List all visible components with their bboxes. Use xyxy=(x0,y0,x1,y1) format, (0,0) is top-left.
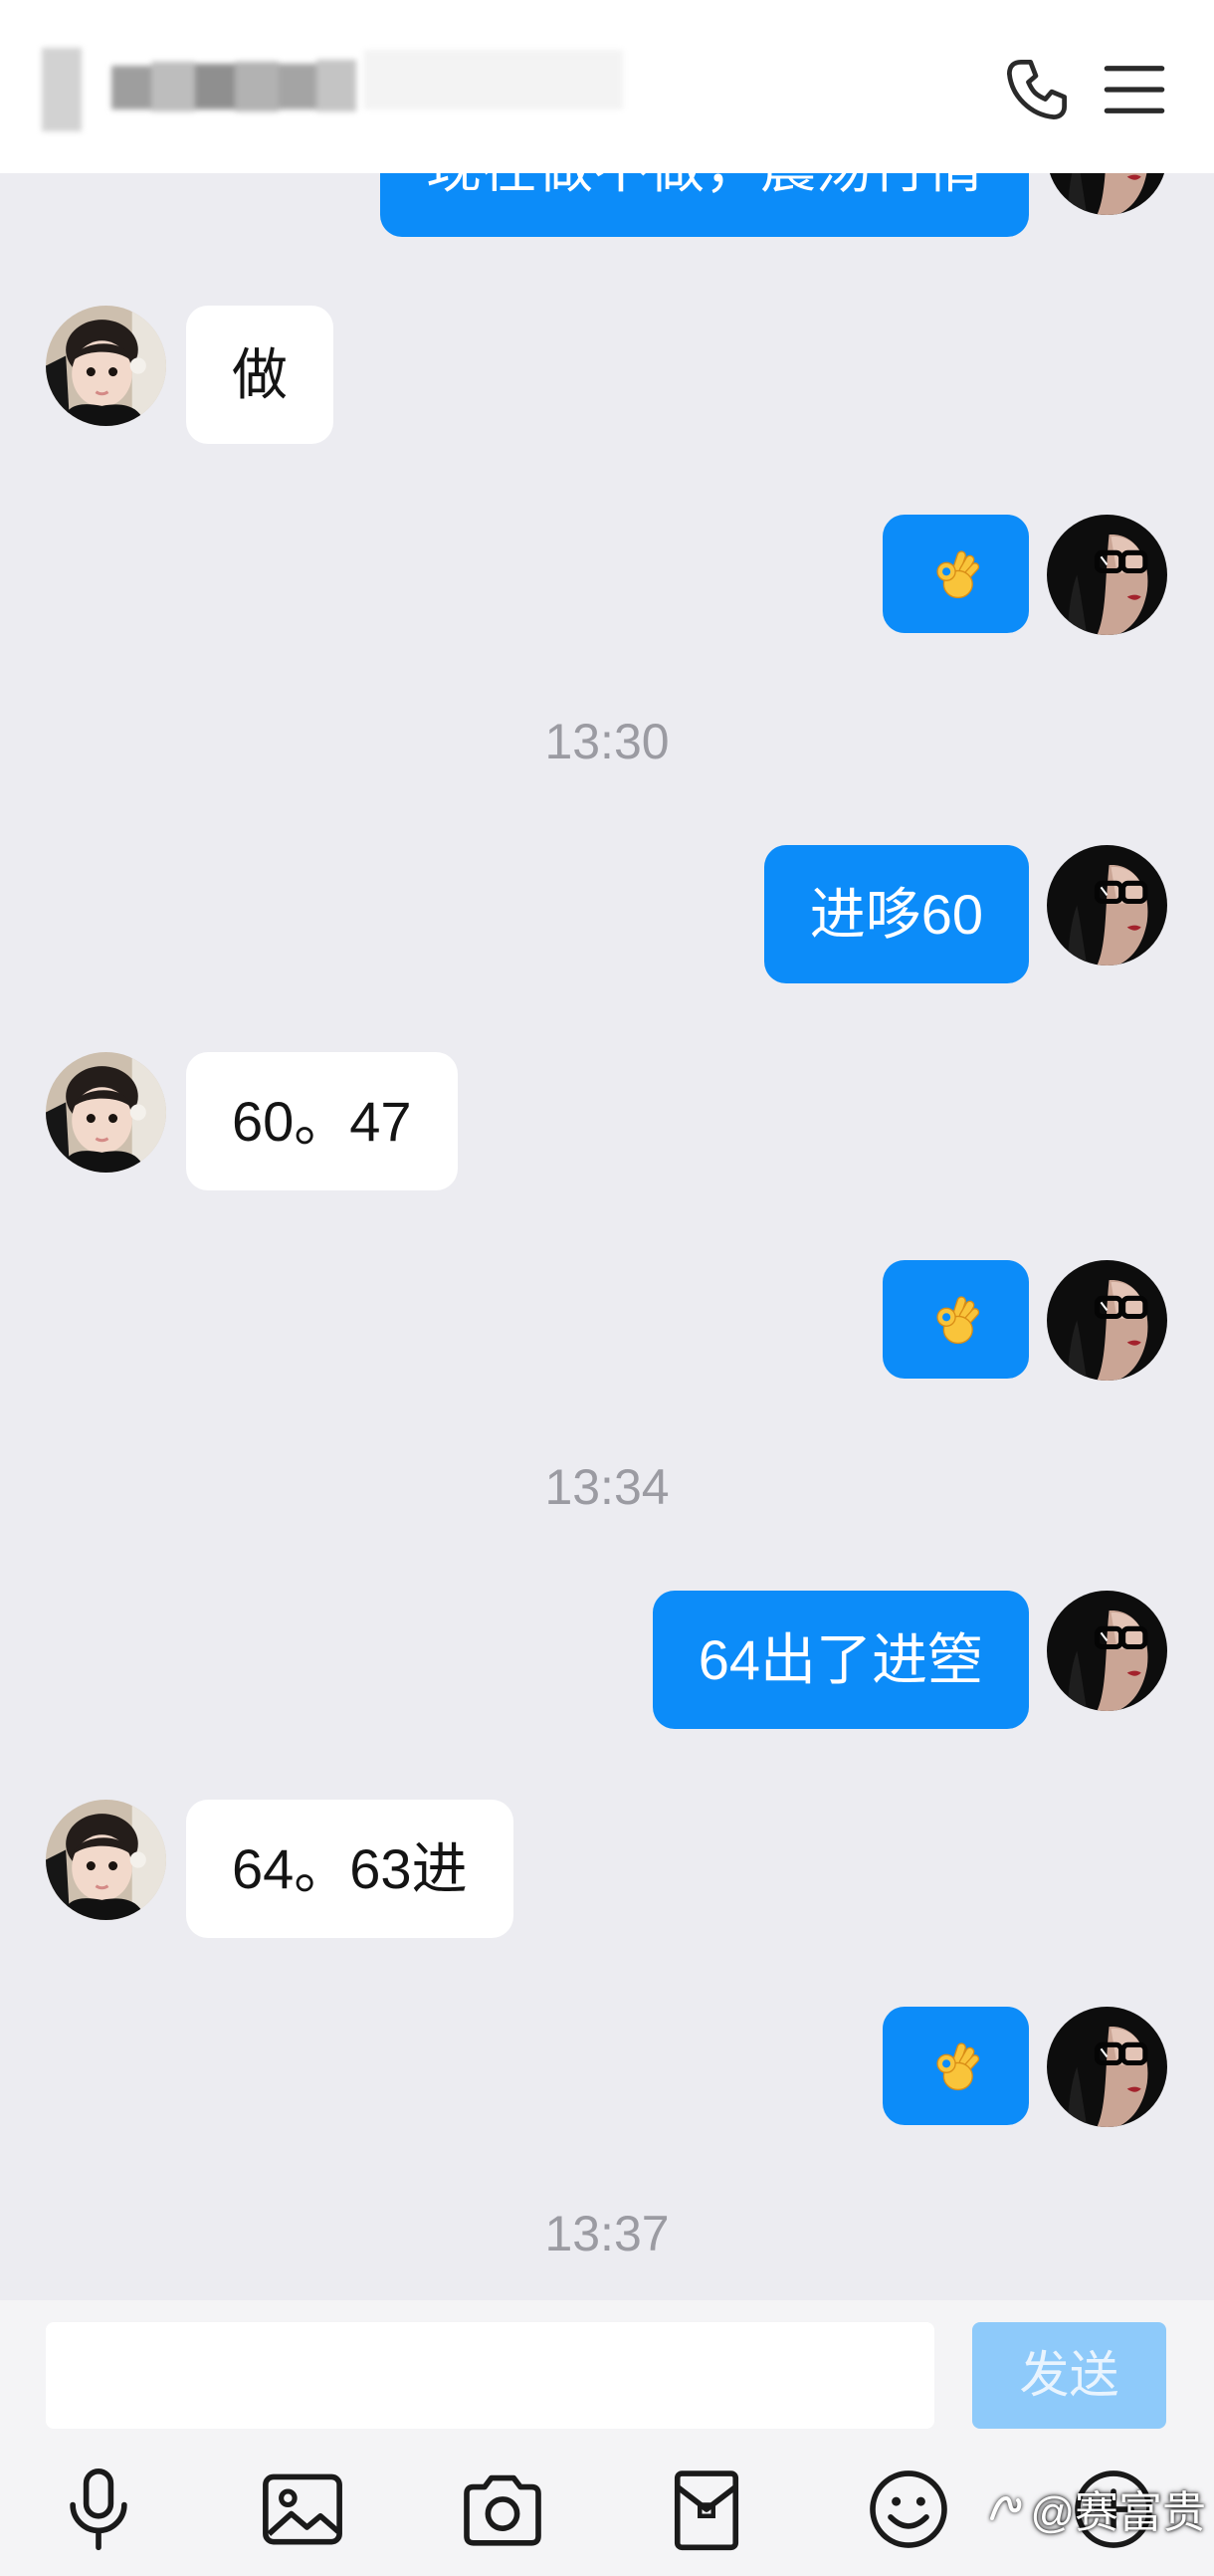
message-bubble-incoming[interactable]: 60。47 xyxy=(186,1052,458,1190)
menu-icon[interactable] xyxy=(1101,56,1168,123)
microphone-icon[interactable] xyxy=(54,2465,143,2554)
contact-avatar[interactable] xyxy=(46,1800,166,1920)
ok-hand-emoji-icon xyxy=(935,2041,979,2090)
send-button[interactable]: 发送 xyxy=(972,2322,1166,2429)
my-avatar[interactable] xyxy=(1047,2007,1167,2127)
message-input[interactable] xyxy=(46,2322,934,2429)
watermark: @赛富贵 xyxy=(986,2476,1206,2540)
image-icon[interactable] xyxy=(258,2465,347,2554)
message-bubble-outgoing-emoji[interactable] xyxy=(883,1260,1029,1379)
camera-icon[interactable] xyxy=(458,2465,547,2554)
watermark-text: @赛富贵 xyxy=(1030,2488,1206,2537)
phone-icon[interactable] xyxy=(1003,56,1071,123)
ok-hand-emoji-icon xyxy=(935,1295,979,1344)
blurred-contact-name xyxy=(36,40,633,139)
red-packet-icon[interactable] xyxy=(662,2465,751,2554)
message-bubble-outgoing-emoji[interactable] xyxy=(883,2007,1029,2125)
timestamp: 13:37 xyxy=(544,2206,670,2261)
message-bubble-incoming[interactable]: 64。63进 xyxy=(186,1800,513,1938)
my-avatar[interactable] xyxy=(1047,1591,1167,1711)
message-bubble-outgoing[interactable]: 进哆60 xyxy=(763,845,1029,983)
message-bubble-outgoing[interactable]: 64出了进箜 xyxy=(652,1591,1029,1729)
contact-avatar[interactable] xyxy=(46,1052,166,1173)
timestamp: 13:30 xyxy=(544,714,670,769)
my-avatar[interactable] xyxy=(1047,845,1167,966)
my-avatar[interactable] xyxy=(1047,515,1167,635)
contact-avatar[interactable] xyxy=(46,306,166,426)
zhihu-logo-icon xyxy=(990,2495,1022,2520)
timestamp: 13:34 xyxy=(544,1459,670,1515)
message-bubble-incoming[interactable]: 做 xyxy=(186,306,333,444)
chat-header xyxy=(0,0,1214,173)
ok-hand-emoji-icon xyxy=(935,549,979,598)
message-bubble-outgoing-emoji[interactable] xyxy=(883,515,1029,633)
emoji-icon[interactable] xyxy=(864,2465,953,2554)
my-avatar[interactable] xyxy=(1047,1260,1167,1381)
